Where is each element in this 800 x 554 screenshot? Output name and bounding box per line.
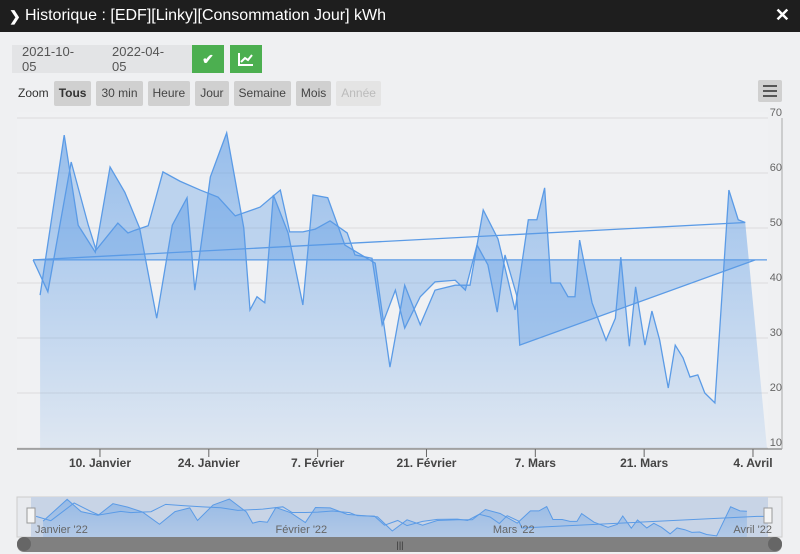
y-tick-label: 40 [770, 272, 782, 284]
navigator-label: Février '22 [276, 524, 328, 536]
x-tick-label: 24. Janvier [178, 456, 240, 470]
navigator-handle[interactable] [763, 507, 773, 524]
zoom-label: Zoom [18, 86, 49, 100]
date-range: 2021-10-05 2022-04-05 [12, 44, 192, 74]
chevron-right-icon[interactable]: ❯ [9, 8, 23, 25]
scrollbar[interactable] [17, 537, 782, 552]
validate-button[interactable]: ✔ [192, 45, 224, 73]
navigator-series-b [35, 502, 769, 529]
x-tick-label: 21. Février [396, 456, 456, 470]
date-to-input[interactable]: 2022-04-05 [112, 44, 172, 74]
zoom-selector: Zoom Tous 30 min Heure Jour Semaine Mois… [18, 80, 381, 106]
y-tick-label: 50 [770, 217, 782, 229]
check-icon: ✔ [202, 50, 214, 67]
x-tick-label: 21. Mars [620, 456, 668, 470]
navigator-label: Avril '22 [733, 524, 772, 536]
zoom-month-button[interactable]: Mois [295, 80, 332, 106]
navigator [16, 496, 783, 538]
scroll-left-button [17, 537, 31, 551]
series-b-area [33, 162, 767, 346]
series-b-line [32, 161, 767, 347]
hamburger-icon [763, 85, 777, 87]
y-tick-label: 20 [770, 382, 782, 394]
zoom-year-button: Année [336, 80, 381, 106]
date-from-input[interactable]: 2021-10-05 [22, 44, 82, 74]
chart-line-icon [238, 53, 253, 66]
plot-background [17, 112, 768, 449]
y-tick-label: 30 [770, 327, 782, 339]
scrollbar-grip-icon: ||| [396, 540, 403, 550]
scroll-right-button [768, 537, 782, 551]
y-tick-label: 70 [770, 107, 782, 119]
zoom-hour-button[interactable]: Heure [147, 80, 191, 106]
navigator-selection [31, 497, 768, 537]
navigator-series-area [43, 499, 747, 537]
y-tick-label: 60 [770, 162, 782, 174]
navigator-label: Janvier '22 [35, 524, 88, 536]
x-tick-label: 7. Mars [515, 456, 557, 470]
y-tick-label: 10 [770, 437, 782, 449]
x-tick-label: 10. Janvier [69, 456, 131, 470]
series-a-line [39, 130, 746, 405]
x-tick-label: 4. Avril [733, 456, 772, 470]
chart-menu-button[interactable] [758, 80, 782, 102]
navigator-handle[interactable] [26, 507, 36, 524]
chart-type-button[interactable] [230, 45, 262, 73]
window-title: Historique : [EDF][Linky][Consommation J… [25, 7, 387, 24]
close-icon[interactable]: ✕ [775, 5, 790, 26]
zoom-day-button[interactable]: Jour [195, 80, 229, 106]
series-a-closing-line [33, 221, 746, 261]
zoom-all-button[interactable]: Tous [53, 80, 92, 106]
title-bar: ❯ Historique : [EDF][Linky][Consommation… [0, 0, 800, 32]
navigator-series-a [42, 498, 747, 537]
series-a-area [40, 132, 767, 448]
zoom-week-button[interactable]: Semaine [233, 80, 291, 106]
navigator-label: Mars '22 [493, 524, 535, 536]
x-tick-label: 7. Février [291, 456, 345, 470]
zoom-30min-button[interactable]: 30 min [96, 80, 143, 106]
